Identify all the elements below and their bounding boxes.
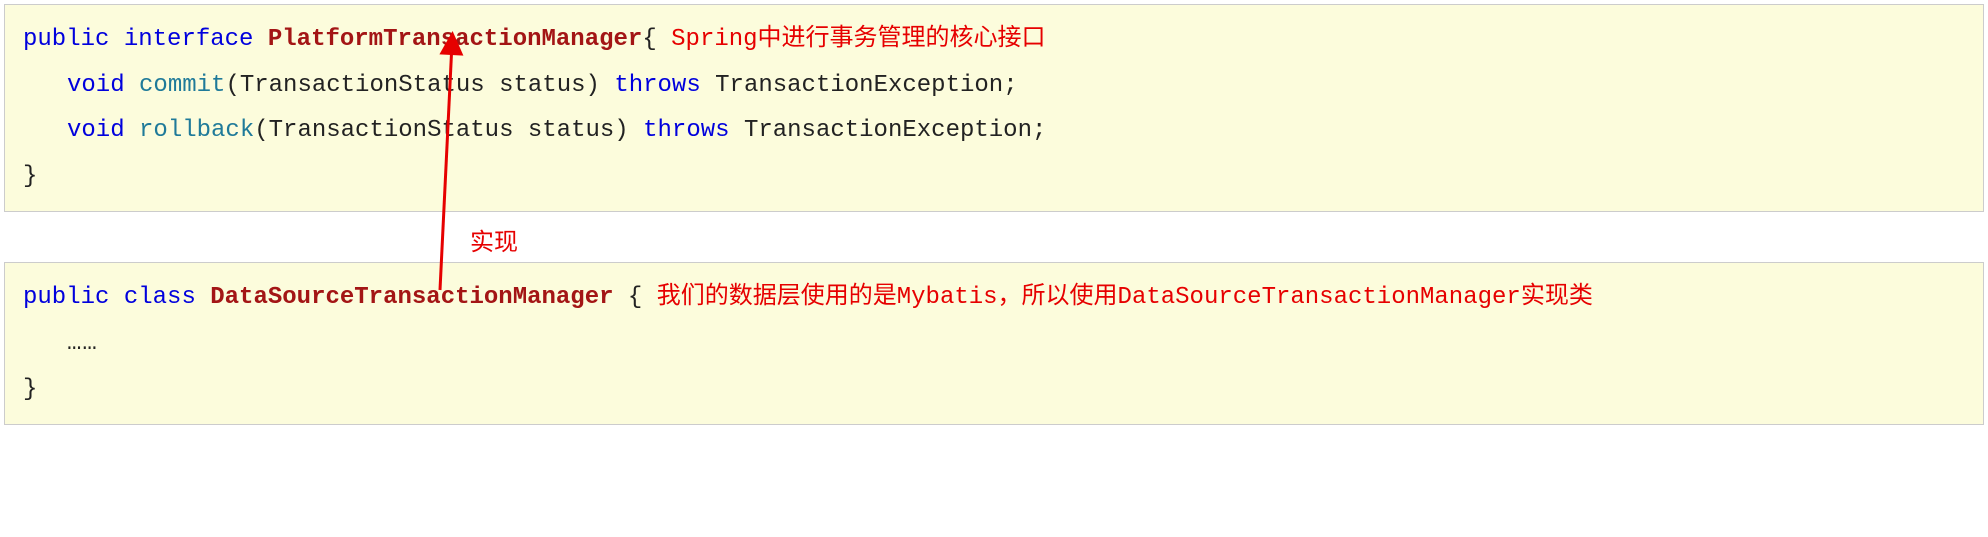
commit-params: (TransactionStatus status) (225, 72, 599, 99)
code-line-5: public class DataSourceTransactionManage… (23, 275, 1965, 321)
rollback-exception: TransactionException; (744, 117, 1046, 144)
keyword-class: class (124, 284, 196, 311)
code-line-1: public interface PlatformTransactionMana… (23, 17, 1965, 63)
keyword-throws: throws (643, 117, 729, 144)
code-line-7: } (23, 367, 1965, 413)
rollback-params: (TransactionStatus status) (254, 117, 628, 144)
code-line-3: void rollback(TransactionStatus status) … (23, 108, 1965, 154)
close-brace: } (23, 376, 37, 403)
open-brace: { (628, 284, 642, 311)
keyword-void: void (67, 117, 125, 144)
close-brace: } (23, 163, 37, 190)
interface-name: PlatformTransactionManager (268, 26, 642, 53)
implements-label: 实现 (470, 222, 518, 258)
interface-code-block: public interface PlatformTransactionMana… (4, 4, 1984, 212)
keyword-throws: throws (614, 72, 700, 99)
keyword-public: public (23, 284, 109, 311)
ellipsis: …… (67, 330, 98, 357)
keyword-void: void (67, 72, 125, 99)
code-line-4: } (23, 154, 1965, 200)
class-code-block: public class DataSourceTransactionManage… (4, 262, 1984, 425)
method-commit: commit (139, 72, 225, 99)
open-brace: { (642, 26, 656, 53)
annotation-core-interface: Spring中进行事务管理的核心接口 (671, 26, 1045, 53)
keyword-interface: interface (124, 26, 254, 53)
annotation-mybatis: 我们的数据层使用的是Mybatis，所以使用DataSourceTransact… (657, 284, 1593, 311)
code-line-6: …… (23, 321, 1965, 367)
keyword-public: public (23, 26, 109, 53)
commit-exception: TransactionException; (715, 72, 1017, 99)
code-line-2: void commit(TransactionStatus status) th… (23, 63, 1965, 109)
method-rollback: rollback (139, 117, 254, 144)
class-name: DataSourceTransactionManager (210, 284, 613, 311)
